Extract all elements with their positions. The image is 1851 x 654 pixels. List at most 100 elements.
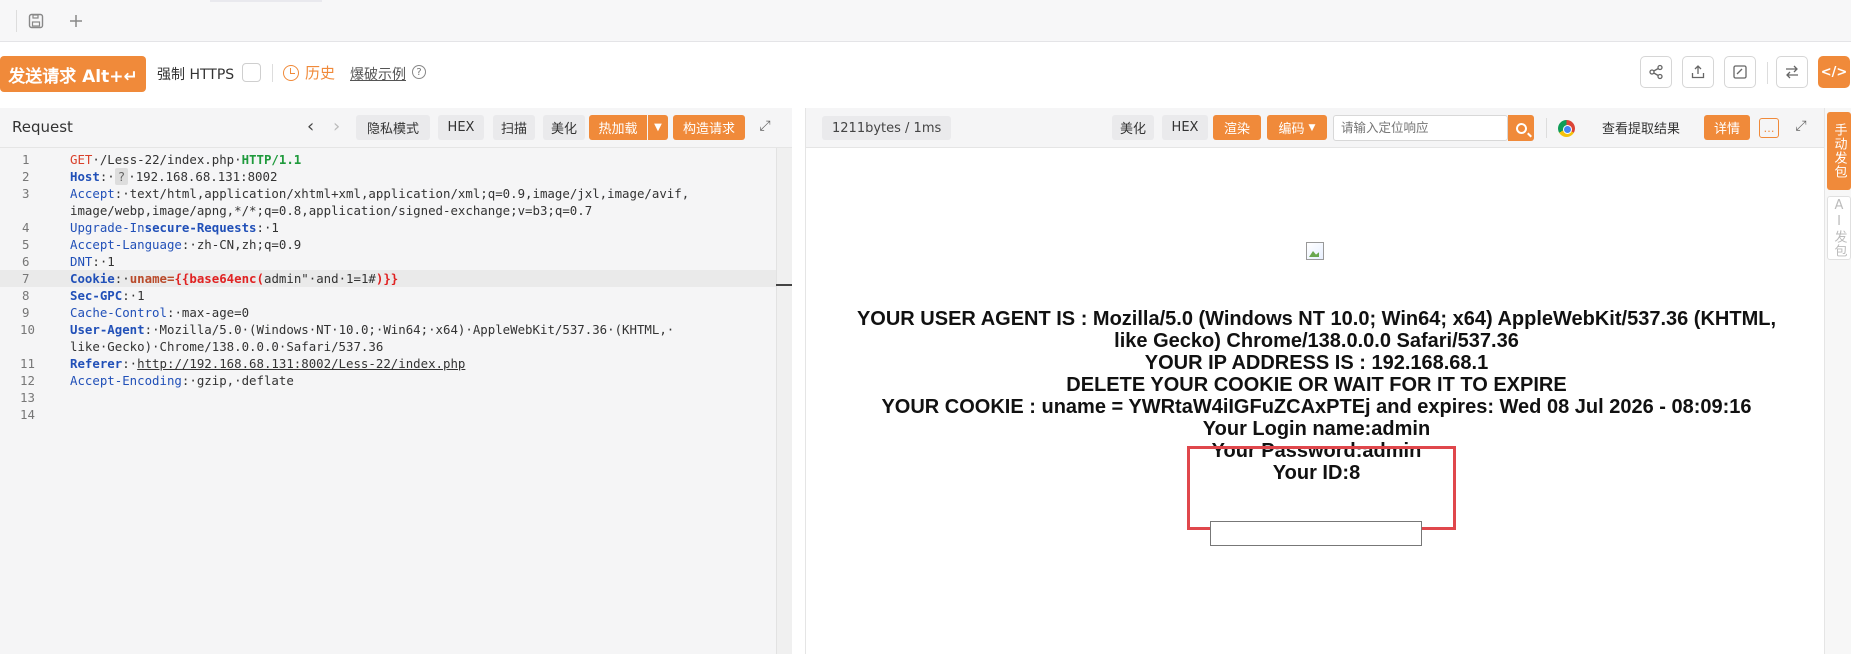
force-https-label: 强制 HTTPS <box>157 67 235 83</box>
swap-button[interactable] <box>1776 56 1808 88</box>
expand-icon[interactable]: ⤢ <box>757 118 773 134</box>
line-text: like·Gecko)·Chrome/138.0.0.0·Safari/537.… <box>70 338 383 355</box>
save-icon[interactable] <box>24 9 48 33</box>
divider <box>1546 118 1547 138</box>
code-token: :·1 <box>256 220 279 235</box>
detail-button[interactable]: 详情 <box>1704 115 1750 140</box>
active-tab-indicator <box>210 0 322 2</box>
line-number: 5 <box>22 237 30 252</box>
line-number: 12 <box>20 373 35 388</box>
code-token: Cache-Control <box>70 305 167 320</box>
code-token: :·1 <box>122 288 145 303</box>
response-size-badge: 1211bytes / 1ms <box>822 116 952 140</box>
response-panel: 1211bytes / 1ms 美化 HEX 渲染 编码 ▼ 查看提取结果 详情… <box>805 108 1825 654</box>
tab-strip <box>0 0 1851 42</box>
scrollbar[interactable] <box>776 148 792 654</box>
form-input-field[interactable] <box>1210 521 1422 546</box>
view-extract-result-button[interactable]: 查看提取结果 <box>1591 115 1691 140</box>
hotload-dropdown[interactable]: ▼ <box>648 115 668 140</box>
line-text: Cookie:·uname={{base64enc(admin"·and·1=1… <box>70 270 398 287</box>
line-number: 11 <box>20 356 35 371</box>
code-token: :· <box>99 169 115 184</box>
code-line: 3 Accept:·text/html,application/xhtml+xml… <box>0 185 776 202</box>
code-token: :·Mozilla/5.0·(Windows·NT·10.0;·Win64;·x… <box>144 322 675 337</box>
code-line: 8 Sec-GPC:·1 <box>0 287 776 304</box>
code-line: 2 Host:·? ·192.168.68.131:8002 <box>0 168 776 185</box>
chevron-left-icon[interactable]: ‹ <box>307 116 314 137</box>
send-request-button[interactable]: 发送请求 Alt+↵ <box>0 56 146 92</box>
code-token: :·max-age=0 <box>166 305 250 320</box>
render-button[interactable]: 渲染 <box>1213 115 1261 140</box>
code-token: :·1 <box>92 254 115 269</box>
code-line: image/webp,image/apng,*/*;q=0.8,applicat… <box>0 202 776 219</box>
referer-link[interactable]: http://192.168.68.131:8002/Less-22/index… <box>137 356 465 371</box>
rendered-response: YOUR USER AGENT IS : Mozilla/5.0 (Window… <box>806 148 1825 654</box>
share-button[interactable] <box>1640 56 1672 88</box>
search-icon <box>1515 122 1527 134</box>
code-token: DNT <box>70 254 93 269</box>
scan-button[interactable]: 扫描 <box>493 115 535 140</box>
code-token: ·192.168.68.131:8002 <box>128 169 278 184</box>
code-line: 14 <box>0 406 776 423</box>
encoding-label: 编码 <box>1278 122 1305 137</box>
scroll-thumb[interactable] <box>776 284 792 286</box>
code-token: Accept-Encoding <box>70 373 182 388</box>
beautify-button[interactable]: 美化 <box>543 115 585 140</box>
history-label: 历史 <box>305 64 336 82</box>
line-number: 8 <box>22 288 30 303</box>
help-icon[interactable]: ? <box>412 65 426 79</box>
chrome-icon[interactable] <box>1558 120 1575 137</box>
line-number: 2 <box>22 169 30 184</box>
hex-button[interactable]: HEX <box>1162 115 1208 140</box>
comment-icon[interactable]: … <box>1759 118 1779 138</box>
code-line: 9 Cache-Control:·max-age=0 <box>0 304 776 321</box>
code-token: admin"·and·1=1# <box>263 271 376 286</box>
clock-icon <box>283 64 299 81</box>
force-https-checkbox[interactable] <box>242 63 261 82</box>
add-tab-icon[interactable] <box>64 9 88 33</box>
export-button[interactable] <box>1682 56 1714 88</box>
bruteforce-example-link[interactable]: 爆破示例 <box>350 64 406 84</box>
code-line: 4 Upgrade-Insecure-Requests:·1 <box>0 219 776 236</box>
code-token: HTTP/1.1 <box>241 152 302 167</box>
chevron-right-icon[interactable]: › <box>333 116 340 137</box>
request-title: Request <box>12 118 73 136</box>
line-text: Upgrade-Insecure-Requests:·1 <box>70 219 279 236</box>
beautify-button[interactable]: 美化 <box>1112 115 1154 140</box>
code-token: Accept <box>70 186 115 201</box>
response-search-input[interactable] <box>1333 115 1508 141</box>
history-button[interactable]: 历史 <box>283 62 335 83</box>
construct-request-button[interactable]: 构造请求 <box>673 115 745 140</box>
code-line: 7 Cookie:·uname={{base64enc(admin"·and·1=… <box>0 270 776 287</box>
line-number: 4 <box>22 220 30 235</box>
hotload-button[interactable]: 热加载 <box>589 115 647 140</box>
code-token: :·zh-CN,zh;q=0.9 <box>181 237 302 252</box>
broken-image <box>1306 242 1324 260</box>
line-text: Referer:·http://192.168.68.131:8002/Less… <box>70 355 465 372</box>
request-editor[interactable]: 1 GET·/Less-22/index.php·HTTP/1.1 2 Host:·?… <box>0 148 776 654</box>
highlight-annotation-box <box>1187 446 1456 530</box>
code-token: ·/Less-22/index.php· <box>92 152 242 167</box>
tab-ai-send[interactable]: AI发包 <box>1827 196 1851 260</box>
divider <box>1767 62 1768 84</box>
edit-button[interactable] <box>1724 56 1756 88</box>
hex-button[interactable]: HEX <box>438 115 484 140</box>
line-text: image/webp,image/apng,*/*;q=0.8,applicat… <box>70 202 592 219</box>
encoding-dropdown[interactable]: 编码 ▼ <box>1267 115 1327 140</box>
line-text: Accept:·text/html,application/xhtml+xml,… <box>70 185 689 202</box>
code-token: Upgrade-In <box>70 220 145 235</box>
code-token: like·Gecko)·Chrome/138.0.0.0·Safari/537.… <box>70 339 384 354</box>
code-view-button[interactable]: </> <box>1818 56 1850 88</box>
code-token: image/webp,image/apng,*/*;q=0.8,applicat… <box>70 203 593 218</box>
code-token: GET <box>70 152 93 167</box>
code-line: 6 DNT:·1 <box>0 253 776 270</box>
code-token: Host <box>70 169 100 184</box>
code-token: :· <box>114 271 130 286</box>
search-button[interactable] <box>1508 115 1534 141</box>
line-text: GET·/Less-22/index.php·HTTP/1.1 <box>70 151 301 168</box>
code-line: 10 User-Agent:·Mozilla/5.0·(Windows·NT·10… <box>0 321 776 338</box>
line-text: Host:·? ·192.168.68.131:8002 <box>70 168 277 185</box>
expand-icon[interactable]: ⤢ <box>1793 118 1809 134</box>
tab-manual-send[interactable]: 手动发包 <box>1827 112 1851 190</box>
privacy-mode-button[interactable]: 隐私模式 <box>356 115 430 140</box>
